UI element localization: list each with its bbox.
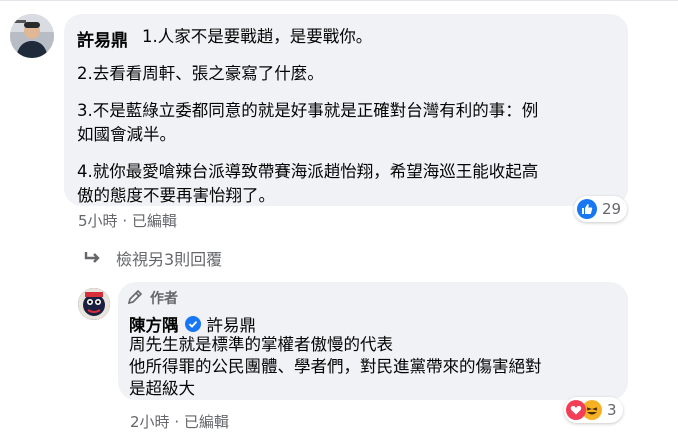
reaction-count: 3 xyxy=(607,401,617,419)
pen-icon xyxy=(127,289,143,305)
tagged-user[interactable]: 許易鼎 xyxy=(207,312,257,336)
comment-text-line: 3.不是藍綠立委都同意的就是好事就是正確對台灣有利的事：例 xyxy=(77,101,539,120)
view-more-label: 檢視另3則回覆 xyxy=(116,250,223,269)
love-icon xyxy=(566,400,586,420)
comment-text-line: 2.去看看周軒、張之豪寫了什麼。 xyxy=(77,64,324,83)
comment-meta: 5小時 · 已編輯 xyxy=(78,210,177,231)
reply-text-line: 是超級大 xyxy=(129,379,195,398)
reply-reactions[interactable]: 3 xyxy=(564,397,623,423)
comment-text-line: 4.就你最愛嗆辣台派導致帶賽海派趙怡翔，希望海巡王能收起高 xyxy=(77,162,539,181)
author-badge-label: 作者 xyxy=(150,291,178,307)
comment-reactions[interactable]: 29 xyxy=(574,196,628,222)
comment-text-line: 傲的態度不要再害怡翔了。 xyxy=(77,186,275,205)
avatar[interactable] xyxy=(10,14,54,58)
meta-separator: · xyxy=(174,413,180,431)
like-icon xyxy=(577,199,597,219)
reply-arrow-icon xyxy=(84,252,100,263)
comment-bubble: 許易鼎 1.人家不是要戰趙，是要戰你。 2.去看看周軒、張之豪寫了什麼。 3.不… xyxy=(64,14,628,206)
top-divider xyxy=(0,0,678,1)
edited-label[interactable]: 已編輯 xyxy=(184,413,229,431)
meta-separator: · xyxy=(122,212,128,230)
view-more-replies[interactable]: 檢視另3則回覆 xyxy=(84,246,222,270)
reply-timestamp[interactable]: 2小時 xyxy=(130,413,170,431)
avatar-image xyxy=(78,288,110,320)
reply-text-line: 他所得罪的公民團體、學者們，對民進黨帶來的傷害絕對 xyxy=(129,357,542,376)
avatar-image xyxy=(10,14,54,58)
comment-author[interactable]: 許易鼎 xyxy=(77,26,128,51)
edited-label[interactable]: 已編輯 xyxy=(132,212,177,230)
author-badge: 作者 xyxy=(126,288,178,308)
reply-meta: 2小時 · 已編輯 xyxy=(130,411,229,432)
reaction-count: 29 xyxy=(602,200,622,218)
reply-bubble: 作者 陳方隅 許易鼎 周先生就是標準的掌權者傲慢的代表 他所得罪的公民團體、學者… xyxy=(118,282,628,400)
comment-text-line: 如國會減半。 xyxy=(77,125,176,144)
reply-header: 陳方隅 許易鼎 xyxy=(129,312,256,336)
reply-author[interactable]: 陳方隅 xyxy=(129,312,179,336)
verified-icon xyxy=(184,316,201,332)
reply-text-line: 周先生就是標準的掌權者傲慢的代表 xyxy=(129,335,393,354)
reply-avatar[interactable] xyxy=(78,288,110,320)
comment-timestamp[interactable]: 5小時 xyxy=(78,212,118,230)
comment-text-line: 1.人家不是要戰趙，是要戰你。 xyxy=(142,27,373,46)
